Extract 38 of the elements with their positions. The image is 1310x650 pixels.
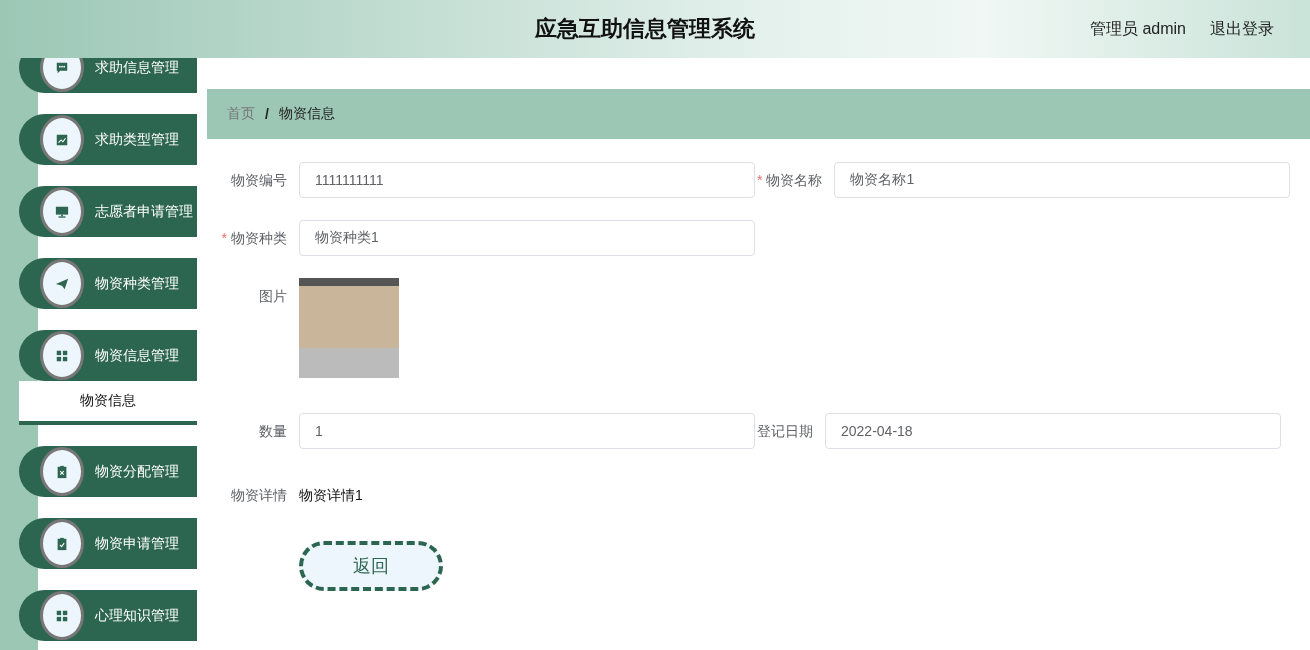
field-label: 物资编号 (230, 171, 288, 190)
text-field[interactable]: 1 (299, 413, 755, 449)
submenu-item[interactable]: 物资信息 (19, 381, 197, 425)
menu-item[interactable]: 物资信息管理 (19, 330, 197, 381)
menu-item[interactable]: 志愿者申请管理 (19, 186, 197, 237)
menu-item[interactable]: 心理知识管理 (19, 590, 197, 641)
text-field[interactable]: 1111111111 (299, 162, 755, 198)
grid-icon (55, 348, 69, 363)
menu-item[interactable]: 物资申请管理 (19, 518, 197, 569)
breadcrumb-current: 物资信息 (278, 105, 335, 123)
menu-item[interactable]: 求助类型管理 (19, 114, 197, 165)
text-field[interactable]: 2022-04-18 (825, 413, 1281, 449)
chart-icon (55, 132, 69, 147)
monitor-icon (55, 204, 69, 219)
app-title: 应急互助信息管理系统 (534, 15, 756, 43)
field-label: 图片 (258, 287, 288, 306)
field-value: 物资详情1 (299, 486, 363, 505)
field-label: 物资种类 (231, 230, 287, 246)
required-mark: * (757, 172, 763, 188)
back-button[interactable]: 返回 (299, 541, 443, 591)
logout-link[interactable]: 退出登录 (1210, 18, 1274, 40)
clipboard-x-icon (55, 464, 69, 479)
required-mark: * (221, 230, 227, 246)
text-field[interactable]: 物资种类1 (299, 220, 755, 256)
grid-icon (55, 608, 69, 623)
menu-item[interactable]: 物资分配管理 (19, 446, 197, 497)
user-name: 管理员 admin (1089, 18, 1186, 39)
clipboard-check-icon (55, 536, 69, 551)
field-label: 物资详情 (230, 486, 288, 505)
field-label: 登记日期 (757, 422, 814, 441)
text-field[interactable]: 物资名称1 (834, 162, 1291, 198)
separator: / (265, 106, 269, 122)
chat-icon (55, 60, 69, 75)
paper-plane-icon (55, 276, 69, 291)
menu-item[interactable]: 求助信息管理 (19, 58, 197, 93)
menu-item[interactable]: 物资种类管理 (19, 258, 197, 309)
field-label: 物资名称 (766, 172, 823, 188)
field-label: 数量 (258, 422, 288, 441)
